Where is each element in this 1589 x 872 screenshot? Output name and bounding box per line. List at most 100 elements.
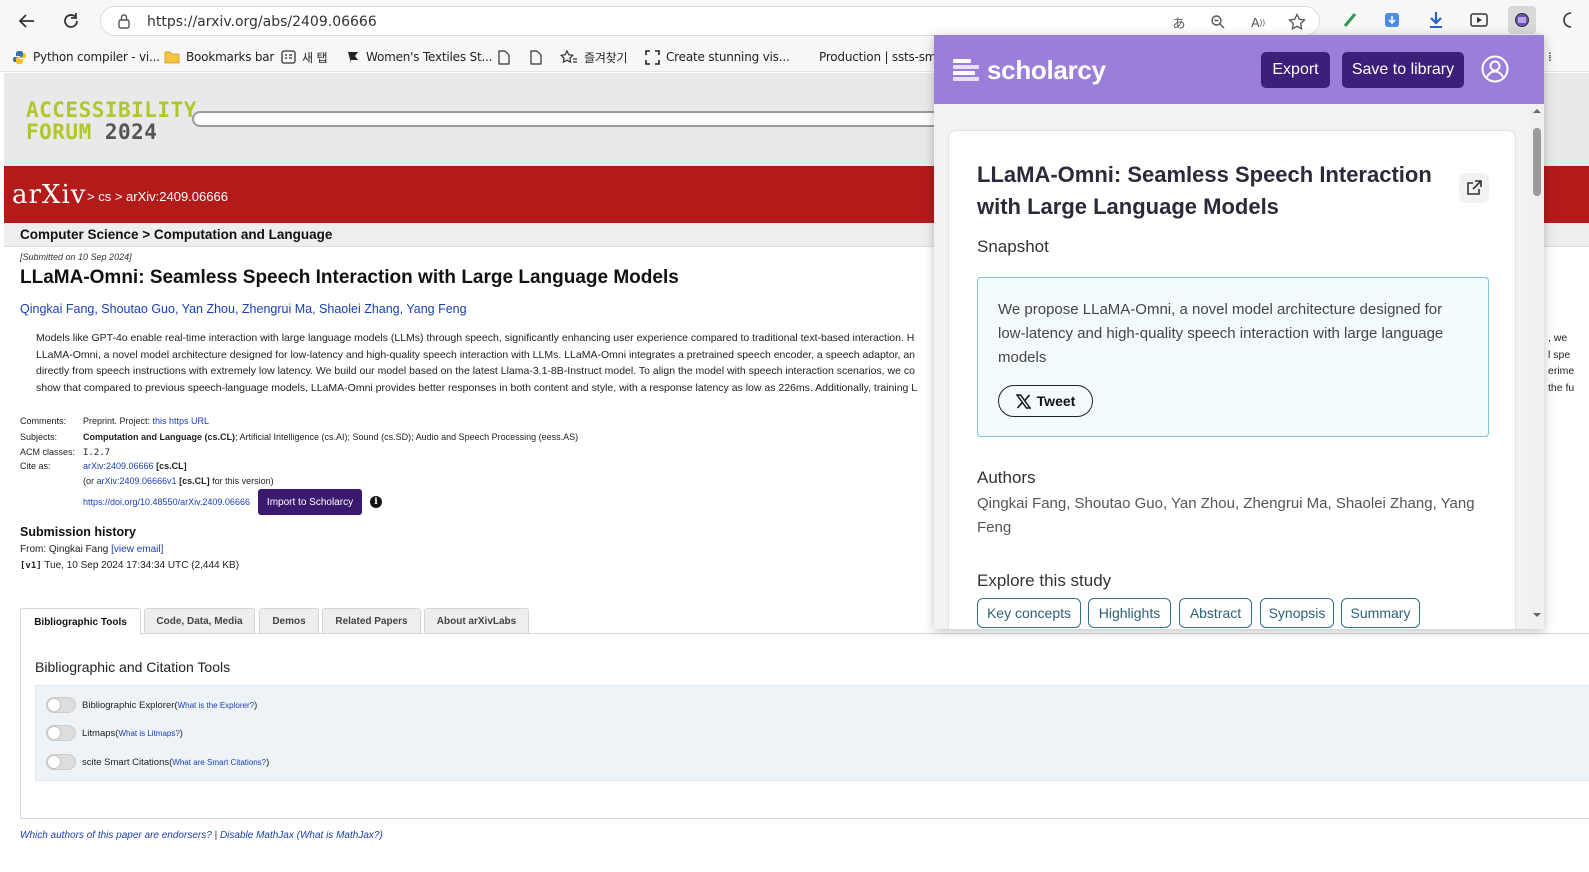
abstract-fragment: , we [1548, 332, 1568, 344]
folder-icon [164, 51, 180, 64]
cite-version-row: (or arXiv:2409.06666v1 [cs.CL] for this … [83, 476, 274, 486]
brackets-icon [645, 49, 660, 65]
read-aloud-icon[interactable]: A)) [1248, 13, 1268, 31]
breadcrumb[interactable]: > cs > arXiv:2409.06666 [87, 189, 228, 204]
cite-v1-link[interactable]: arXiv:2409.06666v1 [97, 476, 177, 486]
tab-demos[interactable]: Demos [259, 608, 319, 634]
tab-about-arxivlabs[interactable]: About arXivLabs [424, 608, 529, 634]
authors-heading: Authors [977, 468, 1036, 487]
scrollbar-thumb[interactable] [1533, 128, 1541, 196]
x-logo-icon [1015, 393, 1031, 409]
bookmark-page-1[interactable] [498, 48, 516, 66]
menu-partial-icon[interactable] [1556, 10, 1576, 30]
pen-extension-icon[interactable] [1340, 10, 1360, 30]
abstract-line: show that compared to previous speech-la… [36, 382, 918, 394]
address-bar[interactable]: https://arxiv.org/abs/2409.06666 あ A)) [100, 6, 1320, 36]
star-icon[interactable] [1287, 13, 1307, 31]
page-icon [498, 49, 510, 65]
cite-row: Cite as: arXiv:2409.06666 [cs.CL] [20, 461, 187, 471]
chip-summary[interactable]: Summary [1341, 598, 1420, 628]
toggle-row-scite: scite Smart Citations (What are Smart Ci… [46, 753, 269, 771]
snapshot-box: We propose LLaMA-Omni, a novel model arc… [977, 277, 1489, 437]
what-is-litmaps-link[interactable]: What is Litmaps? [118, 729, 179, 738]
submission-history-heading: Submission history [20, 525, 136, 539]
what-are-smart-citations-link[interactable]: What are Smart Citations? [172, 758, 266, 767]
bookmark-womens-textiles[interactable]: Women's Textiles St... [346, 48, 493, 66]
bookmark-create-stunning[interactable]: Create stunning vis... [645, 48, 790, 66]
bookmark-page-2[interactable] [530, 48, 548, 66]
view-email-link[interactable]: [view email] [111, 544, 163, 555]
what-is-mathjax-link[interactable]: (What is MathJax?) [294, 830, 383, 841]
litmaps-toggle[interactable] [46, 725, 76, 741]
acm-row: ACM classes: I.2.7 [20, 447, 111, 458]
subjects-row: Subjects: Computation and Language (cs.CL… [20, 432, 579, 442]
chip-key-concepts[interactable]: Key concepts [977, 598, 1081, 628]
tab-panel: Bibliographic and Citation Tools Bibliog… [20, 633, 1589, 819]
user-icon[interactable] [1481, 55, 1509, 83]
chip-abstract[interactable]: Abstract [1179, 598, 1252, 628]
submission-from: From: Qingkai Fang [view email] [20, 544, 164, 555]
abstract-line: directly from speech instructions with e… [36, 365, 915, 377]
abstract-line: Models like GPT-4o enable real-time inte… [36, 332, 915, 344]
doi-link[interactable]: https://doi.org/10.48550/arXiv.2409.0666… [83, 497, 250, 507]
translate-icon[interactable]: あ [1169, 13, 1189, 31]
external-link-icon [1467, 180, 1482, 195]
subject-breadcrumb[interactable]: Computer Science > Computation and Langu… [20, 227, 332, 242]
what-is-explorer-link[interactable]: What is the Explorer? [178, 701, 254, 710]
chip-synopsis[interactable]: Synopsis [1260, 598, 1334, 628]
tweet-button[interactable]: Tweet [998, 385, 1093, 417]
cite-link[interactable]: arXiv:2409.06666 [83, 461, 154, 471]
authors-text: Qingkai Fang, Shoutao Guo, Yan Zhou, Zhe… [977, 495, 1475, 536]
paper-title: LLaMA-Omni: Seamless Speech Interaction … [20, 267, 679, 288]
toggle-row-explorer: Bibliographic Explorer (What is the Expl… [46, 696, 257, 714]
scholarcy-logo[interactable]: scholarcy [951, 55, 1106, 86]
url-text[interactable]: https://arxiv.org/abs/2409.06666 [147, 14, 377, 30]
scroll-down-icon[interactable] [1530, 610, 1544, 620]
save-to-library-button[interactable]: Save to library [1342, 52, 1464, 88]
abstract-line: LLaMA-Omni, a novel model architecture d… [36, 349, 915, 361]
bookmark-new-tab[interactable]: 새 탭 [281, 48, 327, 66]
bookmark-favorites[interactable]: 즐겨찾기 [560, 48, 628, 66]
author-links[interactable]: Qingkai Fang, Shoutao Guo, Yan Zhou, Zhe… [20, 302, 467, 316]
media-icon[interactable] [1469, 10, 1489, 30]
tab-icon [281, 50, 296, 64]
panel-scrollbar[interactable] [1530, 104, 1544, 629]
bookmark-python[interactable]: Python compiler - vi... [12, 48, 160, 66]
scroll-up-icon[interactable] [1530, 106, 1544, 116]
project-link[interactable]: this https URL [153, 416, 210, 426]
accessibility-forum-logo[interactable]: ACCESSIBILITY FORUM 2024 [26, 99, 197, 143]
disable-mathjax-link[interactable]: Disable MathJax [220, 830, 294, 841]
tab-code-data-media[interactable]: Code, Data, Media [144, 608, 255, 634]
explorer-toggle[interactable] [46, 697, 76, 713]
arxiv-logo[interactable]: arXiv [12, 180, 86, 210]
tools-toggle-list: Bibliographic Explorer (What is the Expl… [35, 685, 1589, 781]
lock-icon [118, 14, 130, 29]
abstract-fragment: erime [1548, 365, 1575, 377]
reload-button[interactable] [58, 8, 84, 34]
download-icon[interactable] [1426, 10, 1446, 30]
import-to-scholarcy-button[interactable]: Import to Scholarcy [258, 489, 362, 515]
chip-highlights[interactable]: Highlights [1088, 598, 1171, 628]
bookmark-overflow-icon[interactable]: ⁞ [1548, 48, 1552, 66]
bookmark-production[interactable]: Production | ssts-sm... [819, 48, 947, 66]
tab-bibliographic-tools[interactable]: Bibliographic Tools [20, 608, 141, 635]
scholarcy-logo-icon [953, 58, 979, 81]
bookmark-bookmarks-bar[interactable]: Bookmarks bar [164, 48, 274, 66]
shield-extension-icon[interactable] [1382, 10, 1402, 30]
zoom-icon[interactable] [1208, 13, 1228, 31]
export-button[interactable]: Export [1261, 52, 1330, 88]
tab-related-papers[interactable]: Related Papers [322, 608, 421, 634]
back-icon [18, 14, 34, 28]
scite-toggle[interactable] [46, 754, 76, 770]
reload-icon [64, 13, 78, 28]
open-external-button[interactable] [1459, 173, 1489, 203]
doi-row: https://doi.org/10.48550/arXiv.2409.0666… [83, 497, 250, 507]
paper-card: LLaMA-Omni: Seamless Speech Interaction … [948, 130, 1516, 629]
abstract-fragment: l spe [1548, 349, 1571, 361]
endorsers-link[interactable]: Which authors of this paper are endorser… [20, 830, 212, 841]
scholarcy-extension-icon[interactable] [1508, 6, 1536, 34]
snapshot-heading: Snapshot [977, 237, 1049, 256]
toggle-row-litmaps: Litmaps (What is Litmaps?) [46, 724, 183, 742]
back-button[interactable] [14, 8, 40, 34]
info-icon[interactable]: i [370, 496, 382, 508]
